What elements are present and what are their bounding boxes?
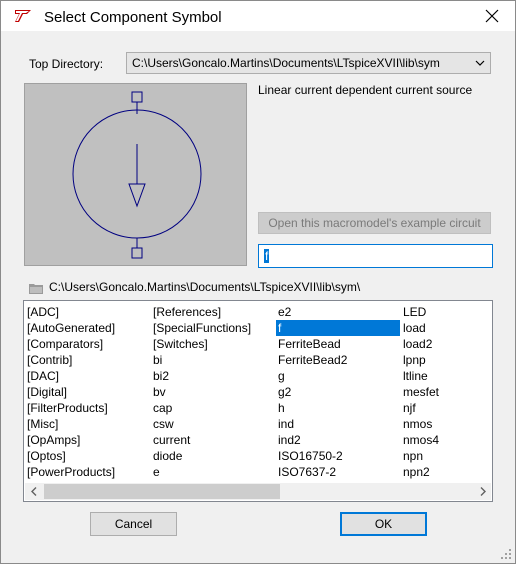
list-item[interactable]: ltline: [402, 368, 516, 384]
list-item[interactable]: [PowerProducts]: [26, 464, 147, 480]
list-item[interactable]: e2: [277, 304, 398, 320]
list-item[interactable]: load2: [402, 336, 516, 352]
chevron-down-icon: [475, 60, 485, 66]
list-item[interactable]: nmos4: [402, 432, 516, 448]
symbol-search-input[interactable]: f: [258, 244, 493, 268]
top-directory-value: C:\Users\Goncalo.Martins\Documents\LTspi…: [132, 56, 440, 70]
search-input-value: f: [264, 249, 270, 263]
scroll-right-button[interactable]: [474, 483, 491, 500]
list-item[interactable]: g: [277, 368, 398, 384]
chevron-left-icon: [30, 487, 36, 496]
cancel-button[interactable]: Cancel: [90, 512, 177, 536]
list-item[interactable]: g2: [277, 384, 398, 400]
list-item[interactable]: ISO16750-2: [277, 448, 398, 464]
list-item[interactable]: bi2: [152, 368, 273, 384]
list-item-selected[interactable]: f: [276, 320, 400, 336]
list-item[interactable]: ind: [277, 416, 398, 432]
chevron-right-icon: [480, 487, 486, 496]
list-item[interactable]: load: [402, 320, 516, 336]
list-item[interactable]: bv: [152, 384, 273, 400]
current-path: C:\Users\Goncalo.Martins\Documents\LTspi…: [49, 280, 361, 294]
list-item[interactable]: nmos: [402, 416, 516, 432]
list-item[interactable]: lpnp: [402, 352, 516, 368]
list-item[interactable]: [Optos]: [26, 448, 147, 464]
list-item[interactable]: [FilterProducts]: [26, 400, 147, 416]
ok-button[interactable]: OK: [340, 512, 427, 536]
list-item[interactable]: cap: [152, 400, 273, 416]
list-item[interactable]: [SpecialFunctions]: [152, 320, 273, 336]
folder-icon: [29, 284, 43, 294]
list-column: [References] [SpecialFunctions] [Switche…: [152, 304, 273, 480]
list-item[interactable]: FerriteBead: [277, 336, 398, 352]
list-item[interactable]: current: [152, 432, 273, 448]
list-column: [ADC] [AutoGenerated] [Comparators] [Con…: [26, 304, 147, 480]
top-directory-label: Top Directory:: [29, 57, 104, 71]
symbol-list[interactable]: [ADC] [AutoGenerated] [Comparators] [Con…: [23, 300, 493, 502]
list-item[interactable]: [Comparators]: [26, 336, 147, 352]
list-item[interactable]: FerriteBead2: [277, 352, 398, 368]
list-item[interactable]: ISO7637-2: [277, 464, 398, 480]
horizontal-scrollbar[interactable]: [25, 483, 491, 500]
top-directory-select[interactable]: C:\Users\Goncalo.Martins\Documents\LTspi…: [126, 52, 491, 74]
list-item[interactable]: npn: [402, 448, 516, 464]
symbol-preview: [24, 83, 247, 266]
resize-grip-icon[interactable]: [501, 549, 511, 559]
list-item[interactable]: njf: [402, 400, 516, 416]
list-item[interactable]: [ADC]: [26, 304, 147, 320]
list-column: LED load load2 lpnp ltline mesfet njf nm…: [402, 304, 516, 480]
list-item[interactable]: mesfet: [402, 384, 516, 400]
list-item[interactable]: npn2: [402, 464, 516, 480]
list-item[interactable]: [Digital]: [26, 384, 147, 400]
current-source-symbol: [72, 91, 202, 259]
symbol-description: Linear current dependent current source: [258, 83, 473, 97]
ltspice-app-icon: [13, 8, 33, 24]
list-item[interactable]: diode: [152, 448, 273, 464]
dialog-title: Select Component Symbol: [44, 9, 222, 26]
open-example-circuit-button[interactable]: Open this macromodel's example circuit: [258, 212, 491, 234]
scrollbar-thumb[interactable]: [44, 484, 280, 499]
select-component-dialog: Select Component Symbol Top Directory: C…: [0, 0, 516, 564]
title-bar: Select Component Symbol: [1, 1, 515, 31]
list-item[interactable]: [Contrib]: [26, 352, 147, 368]
list-column: e2 f FerriteBead FerriteBead2 g g2 h ind…: [276, 304, 400, 480]
list-item[interactable]: h: [277, 400, 398, 416]
close-button[interactable]: [469, 1, 515, 31]
list-item[interactable]: [References]: [152, 304, 273, 320]
list-item[interactable]: bi: [152, 352, 273, 368]
list-item[interactable]: [Misc]: [26, 416, 147, 432]
scroll-left-button[interactable]: [25, 483, 42, 500]
list-item[interactable]: [Switches]: [152, 336, 273, 352]
list-item[interactable]: e: [152, 464, 273, 480]
list-item[interactable]: LED: [402, 304, 516, 320]
list-item[interactable]: [AutoGenerated]: [26, 320, 147, 336]
list-item[interactable]: ind2: [277, 432, 398, 448]
close-icon: [485, 9, 499, 23]
list-item[interactable]: [OpAmps]: [26, 432, 147, 448]
list-item[interactable]: csw: [152, 416, 273, 432]
list-item[interactable]: [DAC]: [26, 368, 147, 384]
